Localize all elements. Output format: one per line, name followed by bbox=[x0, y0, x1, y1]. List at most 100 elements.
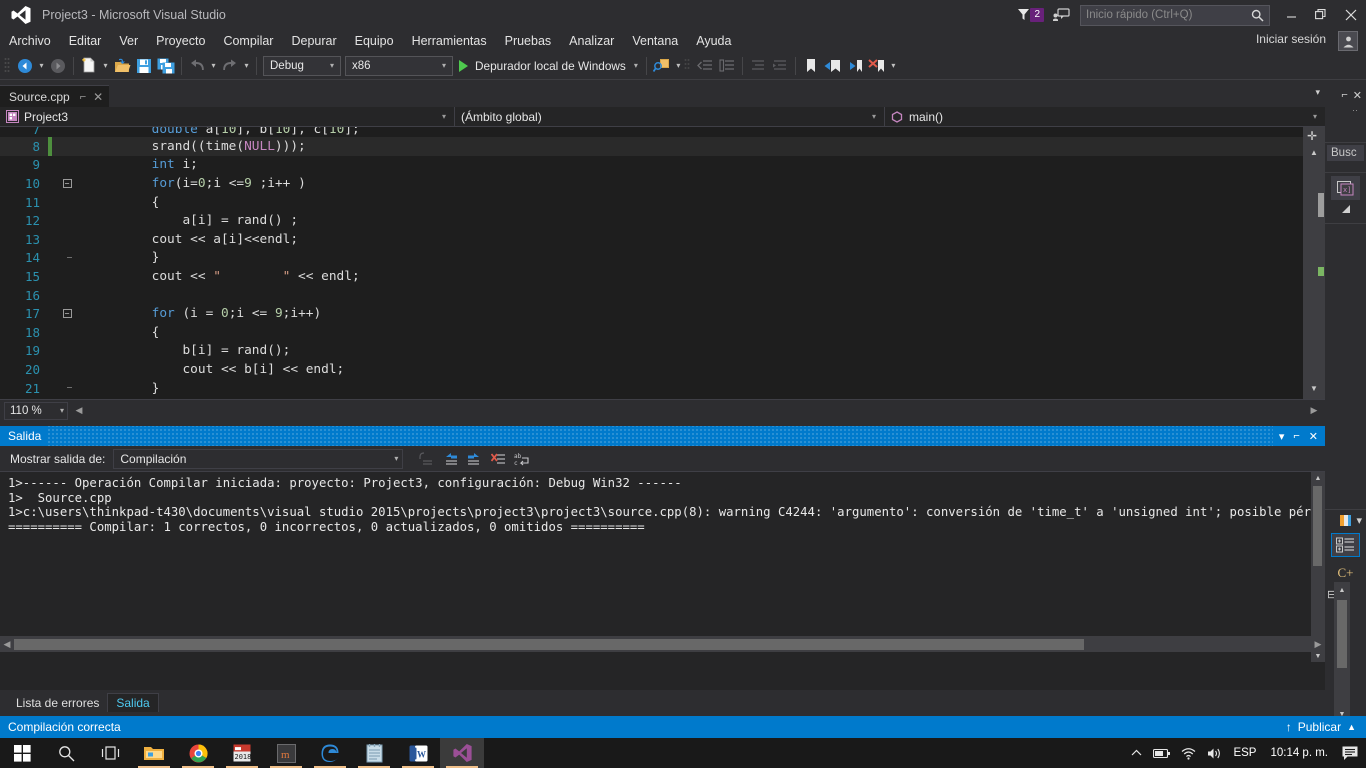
toolbox-icon[interactable] bbox=[1340, 514, 1352, 526]
next-message-button[interactable] bbox=[463, 448, 485, 470]
undo-button[interactable] bbox=[186, 55, 208, 77]
code-line[interactable]: 13 cout << a[i]<<endl; bbox=[0, 230, 1303, 249]
scroll-up-arrow-icon[interactable]: ▲ bbox=[1307, 145, 1321, 159]
menu-pruebas[interactable]: Pruebas bbox=[496, 32, 561, 50]
chrome-button[interactable] bbox=[176, 738, 220, 768]
find-dropdown[interactable]: ▾ bbox=[673, 55, 684, 77]
code-line[interactable]: 17 − for (i = 0;i <= 9;i++) bbox=[0, 304, 1303, 323]
close-panel-icon[interactable]: ✕ bbox=[1309, 430, 1318, 443]
menu-ver[interactable]: Ver bbox=[110, 32, 147, 50]
menu-compilar[interactable]: Compilar bbox=[214, 32, 282, 50]
panel-drag-handle[interactable] bbox=[47, 426, 1273, 446]
code-line[interactable]: 8 srand((time(NULL))); bbox=[0, 137, 1303, 156]
code-line[interactable]: 10 − for(i=0;i <=9 ;i++ ) bbox=[0, 174, 1303, 193]
save-button[interactable] bbox=[133, 55, 155, 77]
menu-ayuda[interactable]: Ayuda bbox=[687, 32, 740, 50]
pin-tab-icon[interactable]: ⌐ bbox=[80, 91, 86, 103]
new-file-button[interactable] bbox=[78, 55, 100, 77]
visual-studio-taskbar-button[interactable] bbox=[440, 738, 484, 768]
notepad-button[interactable] bbox=[352, 738, 396, 768]
save-all-button[interactable] bbox=[155, 55, 177, 77]
action-center-button[interactable] bbox=[1336, 738, 1364, 768]
output-horizontal-scrollbar[interactable]: ◀ ▶ bbox=[0, 636, 1325, 652]
code-line[interactable]: 15 cout << " " << endl; bbox=[0, 267, 1303, 286]
task-view-button[interactable] bbox=[88, 738, 132, 768]
start-button[interactable] bbox=[0, 738, 44, 768]
quick-launch-input[interactable] bbox=[1086, 9, 1251, 21]
output-vscroll-thumb[interactable] bbox=[1313, 486, 1322, 566]
panel-dropdown-icon[interactable]: ▾ bbox=[1279, 430, 1285, 443]
undo-dropdown[interactable]: ▾ bbox=[208, 55, 219, 77]
volume-icon[interactable] bbox=[1201, 738, 1227, 768]
send-feedback-icon[interactable] bbox=[1048, 4, 1074, 26]
previous-message-button[interactable] bbox=[439, 448, 461, 470]
menu-herramientas[interactable]: Herramientas bbox=[403, 32, 496, 50]
collapse-triangle-icon[interactable] bbox=[1341, 205, 1350, 213]
output-hscroll-track[interactable] bbox=[14, 638, 1311, 650]
collapse-region-icon[interactable]: − bbox=[62, 309, 72, 319]
editor-horizontal-scrollbar[interactable]: ◀ ▶ bbox=[72, 403, 1321, 419]
scroll-right-arrow-icon[interactable]: ▶ bbox=[1311, 639, 1325, 650]
solution-configuration-combo[interactable]: Debug ▾ bbox=[263, 55, 341, 76]
close-icon[interactable]: ✕ bbox=[1353, 89, 1362, 102]
menu-ventana[interactable]: Ventana bbox=[623, 32, 687, 50]
properties-window-icon[interactable]: x] bbox=[1331, 176, 1360, 200]
toolbox-scrollbar[interactable]: ▲ ▼ bbox=[1334, 582, 1350, 722]
solution-explorer-tab[interactable]: Busc bbox=[1325, 145, 1366, 173]
scroll-left-arrow-icon[interactable]: ◀ bbox=[0, 639, 14, 650]
function-scope-combo[interactable]: main() ▾ bbox=[885, 107, 1325, 127]
open-file-button[interactable] bbox=[111, 55, 133, 77]
menu-editar[interactable]: Editar bbox=[60, 32, 111, 50]
menu-analizar[interactable]: Analizar bbox=[560, 32, 623, 50]
show-hidden-icons-button[interactable] bbox=[1123, 738, 1149, 768]
code-line[interactable]: 18 { bbox=[0, 323, 1303, 342]
chevron-down-icon[interactable]: ▾ bbox=[1356, 514, 1362, 527]
comment-button[interactable] bbox=[716, 55, 738, 77]
code-line[interactable]: 19 b[i] = rand(); bbox=[0, 342, 1303, 361]
menu-depurar[interactable]: Depurar bbox=[282, 32, 345, 50]
code-line[interactable]: 11 { bbox=[0, 193, 1303, 212]
quick-launch-box[interactable] bbox=[1080, 4, 1270, 26]
previous-bookmark-button[interactable] bbox=[822, 55, 844, 77]
toolbar-overflow-button[interactable]: ▾ bbox=[888, 55, 899, 77]
find-in-files-button[interactable] bbox=[651, 55, 673, 77]
navigate-backward-dropdown[interactable]: ▾ bbox=[36, 55, 47, 77]
tab-lista-de-errores[interactable]: Lista de errores bbox=[8, 693, 107, 712]
right-dock-ellipsis[interactable]: ·· bbox=[1325, 105, 1366, 115]
tab-source-cpp[interactable]: Source.cpp ⌐ ✕ bbox=[0, 85, 110, 107]
edge-button[interactable] bbox=[308, 738, 352, 768]
pin-icon[interactable]: ⌐ bbox=[1341, 89, 1347, 101]
code-line[interactable]: 7 double a[10], b[10], c[10]; bbox=[0, 127, 1303, 137]
scroll-right-arrow-icon[interactable]: ▶ bbox=[1307, 405, 1321, 416]
clear-bookmarks-button[interactable] bbox=[866, 55, 888, 77]
close-button[interactable] bbox=[1336, 0, 1366, 30]
solution-platform-combo[interactable]: x86 ▾ bbox=[345, 55, 453, 76]
code-line[interactable]: 12 a[i] = rand() ; bbox=[0, 211, 1303, 230]
toolbox-list-icon[interactable] bbox=[1331, 533, 1360, 557]
menu-equipo[interactable]: Equipo bbox=[346, 32, 403, 50]
global-scope-combo[interactable]: (Ámbito global) ▾ bbox=[455, 106, 885, 127]
collapse-region-icon[interactable]: − bbox=[62, 178, 72, 188]
toggle-word-wrap-button[interactable]: ab c bbox=[511, 448, 533, 470]
code-line[interactable]: 21 } bbox=[0, 379, 1303, 398]
publish-chevron-icon[interactable]: ▲ bbox=[1347, 722, 1356, 732]
language-indicator[interactable]: ESP bbox=[1227, 747, 1262, 759]
word-button[interactable]: W bbox=[396, 738, 440, 768]
scroll-left-arrow-icon[interactable]: ◀ bbox=[72, 405, 86, 416]
menu-archivo[interactable]: Archivo bbox=[0, 32, 60, 50]
output-text-area[interactable]: 1>------ Operación Compilar iniciada: pr… bbox=[0, 472, 1325, 662]
redo-dropdown[interactable]: ▾ bbox=[241, 55, 252, 77]
zoom-level-combo[interactable]: 110 % ▾ bbox=[4, 401, 68, 420]
start-debugging-button[interactable]: Depurador local de Windows ▾ bbox=[455, 55, 642, 77]
toolbox-scroll-thumb[interactable] bbox=[1337, 600, 1347, 668]
close-tab-icon[interactable]: ✕ bbox=[93, 90, 103, 104]
code-line[interactable]: 14 } bbox=[0, 249, 1303, 268]
editor-vertical-scrollbar[interactable]: ✛ ▲ ▼ bbox=[1303, 127, 1325, 399]
tab-scroll-right-icon[interactable]: ▾ bbox=[1315, 87, 1320, 98]
minimize-button[interactable] bbox=[1276, 0, 1306, 30]
increase-indent-button[interactable] bbox=[747, 55, 769, 77]
code-line[interactable]: 16 bbox=[0, 286, 1303, 305]
go-to-message-button[interactable] bbox=[415, 448, 437, 470]
code-lines-container[interactable]: 7 double a[10], b[10], c[10]; 8 srand((ti… bbox=[0, 127, 1303, 399]
redo-button[interactable] bbox=[219, 55, 241, 77]
